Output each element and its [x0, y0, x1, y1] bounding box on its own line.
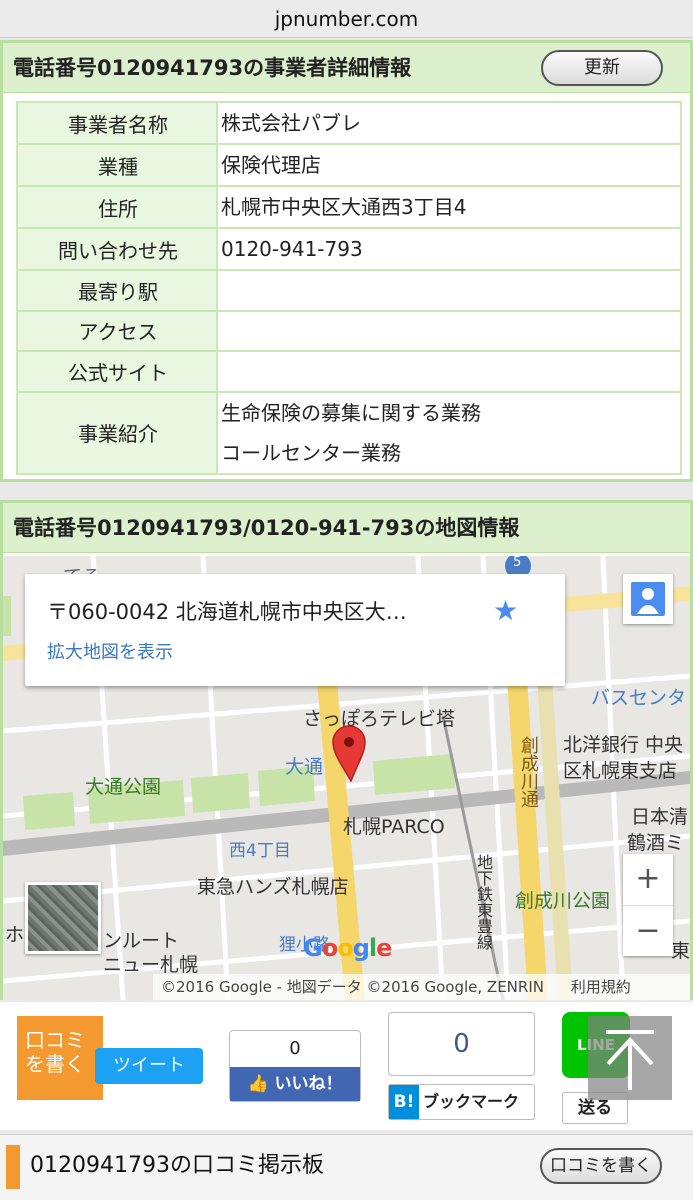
zoom-control: + −	[623, 854, 673, 956]
facebook-like-box: 0 👍 いいね！	[229, 1030, 361, 1102]
label-new-sapporo: ニュー札幌	[103, 954, 199, 976]
details-value-line: 札幌市中央区大通西3丁目4	[221, 195, 467, 219]
details-row: 住所 札幌市中央区大通西3丁目4	[16, 185, 682, 229]
details-row-key: 公式サイト	[16, 350, 218, 393]
label-nishi4: 西4丁目	[229, 841, 291, 861]
browser-url-bar[interactable]: jpnumber.com	[0, 0, 693, 38]
details-row-key: 事業紹介	[16, 390, 218, 475]
map-view[interactable]: てる 5 バスセンタ さっぽろテレビ塔 北洋銀行 中央 区札幌東支店 大通 大通…	[3, 556, 690, 1000]
details-row: 事業者名称 株式会社パブレ	[16, 101, 682, 145]
label-nihon: 日本清	[631, 806, 689, 828]
share-row: 口コミ を書く ツイート 0 👍 いいね！ 0 B! ブックマーク LINE 送…	[0, 1002, 693, 1130]
label-sosei-park: 創成川公園	[515, 890, 611, 912]
hatena-bookmark-button[interactable]: B! ブックマーク	[388, 1084, 535, 1120]
label-tv-tower: さっぽろテレビ塔	[303, 708, 456, 730]
label-odori: 大通	[285, 756, 324, 778]
details-row-key: 事業者名称	[16, 101, 218, 145]
label-route: ンルート	[103, 930, 180, 952]
label-bus-center: バスセンタ	[591, 687, 687, 709]
details-row-value: 札幌市中央区大通西3丁目4	[216, 185, 682, 229]
facebook-like-button[interactable]: 👍 いいね！	[230, 1067, 360, 1101]
details-table: 事業者名称 株式会社パブレ 業種 保険代理店 住所 札幌市中央区大通西3丁目4 問い合わせ先…	[16, 101, 682, 475]
details-row-key: 最寄り駅	[16, 269, 218, 312]
write-review-line1: 口コミ	[25, 1028, 85, 1052]
facebook-like-count: 0	[289, 1038, 301, 1059]
refresh-button[interactable]: 更新	[541, 50, 663, 86]
review-board-title: 0120941793の口コミ掲示板	[30, 1153, 324, 1178]
facebook-like-label: いいね！	[274, 1074, 343, 1094]
arrow-up-icon	[606, 1030, 654, 1090]
label-tsuru: 鶴酒ミ	[627, 832, 685, 854]
details-row-value: 生命保険の募集に関する業務 コールセンター業務	[216, 390, 682, 475]
details-row-key: 業種	[16, 143, 218, 187]
street-view-pegman-icon[interactable]	[623, 574, 673, 624]
details-row-key: 住所	[16, 185, 218, 229]
map-credits-text: ©2016 Google - 地図データ ©2016 Google, ZENRI…	[161, 978, 544, 996]
details-row: 公式サイト	[16, 350, 682, 393]
zoom-out-button[interactable]: −	[623, 905, 673, 956]
label-subway: 地下鉄東豊線	[474, 854, 493, 950]
details-header: 電話番号0120941793の事業者詳細情報 更新	[3, 43, 690, 93]
label-hotel-left: ホ	[5, 924, 25, 946]
hatena-count: 0	[388, 1012, 535, 1076]
label-sosei-river: 創成川通	[518, 736, 539, 808]
satellite-toggle-thumbnail[interactable]	[25, 882, 101, 954]
details-value-line: 株式会社パブレ	[221, 111, 361, 135]
details-row-key: アクセス	[16, 309, 218, 352]
details-value-line: 0120-941-793	[221, 237, 363, 261]
label-parco: 札幌PARCO	[343, 816, 445, 838]
board-write-review-button[interactable]: 口コミを書く	[540, 1148, 662, 1184]
details-row-value	[216, 269, 682, 312]
details-row-value: 保険代理店	[216, 143, 682, 187]
thumbs-up-icon: 👍	[247, 1074, 269, 1094]
terms-link[interactable]: 利用規約	[571, 978, 631, 996]
map-credits: ©2016 Google - 地図データ ©2016 Google, ZENRI…	[153, 974, 690, 1000]
map-panel: 電話番号0120941793/0120-941-793の地図情報 5 バスセンタ…	[0, 500, 693, 1000]
save-star-icon[interactable]: ★	[493, 594, 518, 627]
map-title: 電話番号0120941793/0120-941-793の地図情報	[13, 516, 520, 540]
write-review-line2: を書く	[25, 1052, 85, 1076]
hatena-b-icon: B!	[389, 1085, 419, 1119]
details-row-value	[216, 309, 682, 352]
details-row-value	[216, 350, 682, 393]
details-row-key: 問い合わせ先	[16, 227, 218, 271]
details-panel: 電話番号0120941793の事業者詳細情報 更新 事業者名称 株式会社パブレ 業種…	[0, 40, 693, 482]
map-header: 電話番号0120941793/0120-941-793の地図情報	[3, 503, 690, 553]
address-card: 〒060-0042 北海道札幌市中央区大… 拡大地図を表示 ★	[25, 574, 565, 686]
label-hokuyo-2: 区札幌東支店	[563, 760, 678, 782]
label-tokyu-hands: 東急ハンズ札幌店	[197, 876, 349, 898]
address-text: 〒060-0042 北海道札幌市中央区大…	[47, 600, 407, 624]
details-row: 問い合わせ先 0120-941-793	[16, 227, 682, 271]
details-value-line: コールセンター業務	[221, 440, 401, 465]
label-hokuyo: 北洋銀行 中央	[563, 734, 684, 756]
details-row: 業種 保険代理店	[16, 143, 682, 187]
hatena-bookmark-label: ブックマーク	[423, 1092, 520, 1111]
label-higashi: 東	[671, 940, 690, 962]
board-accent-bar	[6, 1145, 20, 1189]
label-route5: 5	[513, 556, 522, 570]
details-row: 事業紹介 生命保険の募集に関する業務 コールセンター業務	[16, 390, 682, 475]
zoom-in-button[interactable]: +	[623, 854, 673, 905]
view-larger-map-link[interactable]: 拡大地図を表示	[47, 638, 173, 664]
details-value-line: 保険代理店	[221, 153, 321, 177]
details-row: 最寄り駅	[16, 269, 682, 312]
details-row-value: 0120-941-793	[216, 227, 682, 271]
google-logo: Google	[303, 934, 392, 962]
scroll-to-top-button[interactable]	[588, 1016, 672, 1100]
review-board-header: 0120941793の口コミ掲示板 口コミを書く	[0, 1134, 693, 1200]
details-value-line: 生命保険の募集に関する業務	[221, 400, 481, 425]
tweet-button[interactable]: ツイート	[95, 1048, 203, 1084]
write-review-button[interactable]: 口コミ を書く	[17, 1016, 103, 1100]
label-odori-park: 大通公園	[85, 776, 162, 798]
details-row: アクセス	[16, 309, 682, 352]
details-title: 電話番号0120941793の事業者詳細情報	[13, 56, 412, 80]
details-row-value: 株式会社パブレ	[216, 101, 682, 145]
